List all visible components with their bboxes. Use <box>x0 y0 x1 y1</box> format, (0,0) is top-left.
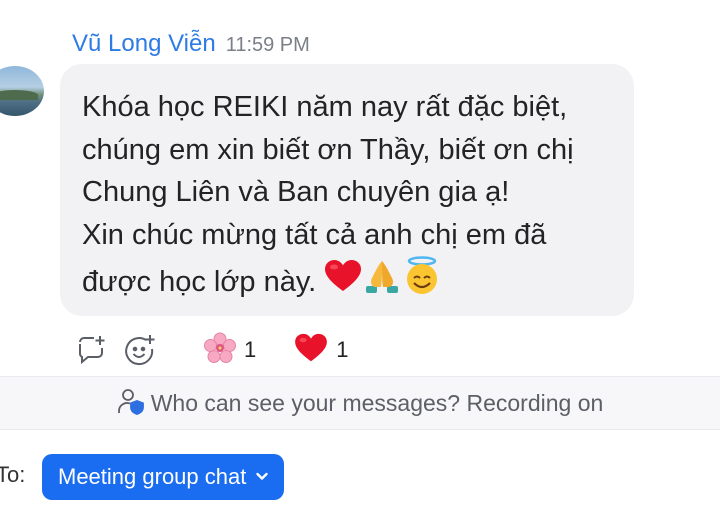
chat-recipient-dropdown[interactable]: Meeting group chat <box>42 454 285 500</box>
chevron-down-icon <box>254 464 270 490</box>
message-line-last: được học lớp này. <box>82 256 610 309</box>
to-label: To: <box>0 462 26 487</box>
privacy-info-text: Who can see your messages? Recording on <box>150 389 604 416</box>
message-line-text: được học lớp này. <box>82 266 317 298</box>
message-timestamp: 11:59 PM <box>225 34 310 56</box>
message-header: Vũ Long Viễn 11:59 PM <box>72 30 310 62</box>
privacy-info-bar[interactable]: Who can see your messages? Recording on <box>0 376 720 430</box>
reply-thread-icon[interactable] <box>74 332 110 368</box>
red-heart-icon <box>294 333 328 368</box>
red-heart-icon <box>324 259 362 306</box>
folded-hands-icon <box>363 258 401 307</box>
sender-avatar[interactable] <box>0 66 44 116</box>
user-shield-icon <box>117 387 145 420</box>
message-bubble[interactable]: Khóa học REIKI năm nay rất đặc biệt, chú… <box>60 64 634 316</box>
reactions-bar: 1 1 <box>74 330 349 370</box>
smiling-face-with-halo-icon <box>402 256 442 309</box>
message-line: Khóa học REIKI năm nay rất đặc biệt, <box>82 91 568 123</box>
message-line: chúng em xin biết ơn Thầy, biết ơn chị <box>82 133 574 166</box>
message-emojis <box>324 256 442 309</box>
add-reaction-icon[interactable] <box>122 332 158 368</box>
reaction-count: 1 <box>336 337 349 362</box>
recipient-label: Meeting group chat <box>58 464 247 489</box>
reaction-count: 1 <box>244 337 257 362</box>
reaction-chip-cherry-blossom[interactable]: 1 <box>204 332 256 369</box>
message-line: Chung Liên và Ban chuyên gia ạ! <box>82 176 510 208</box>
message-line: Xin chúc mừng tất cả anh chị em đã <box>82 218 547 251</box>
sender-name[interactable]: Vũ Long Viễn <box>72 30 216 58</box>
reaction-chip-red-heart[interactable]: 1 <box>294 333 349 368</box>
cherry-blossom-icon <box>204 332 236 369</box>
